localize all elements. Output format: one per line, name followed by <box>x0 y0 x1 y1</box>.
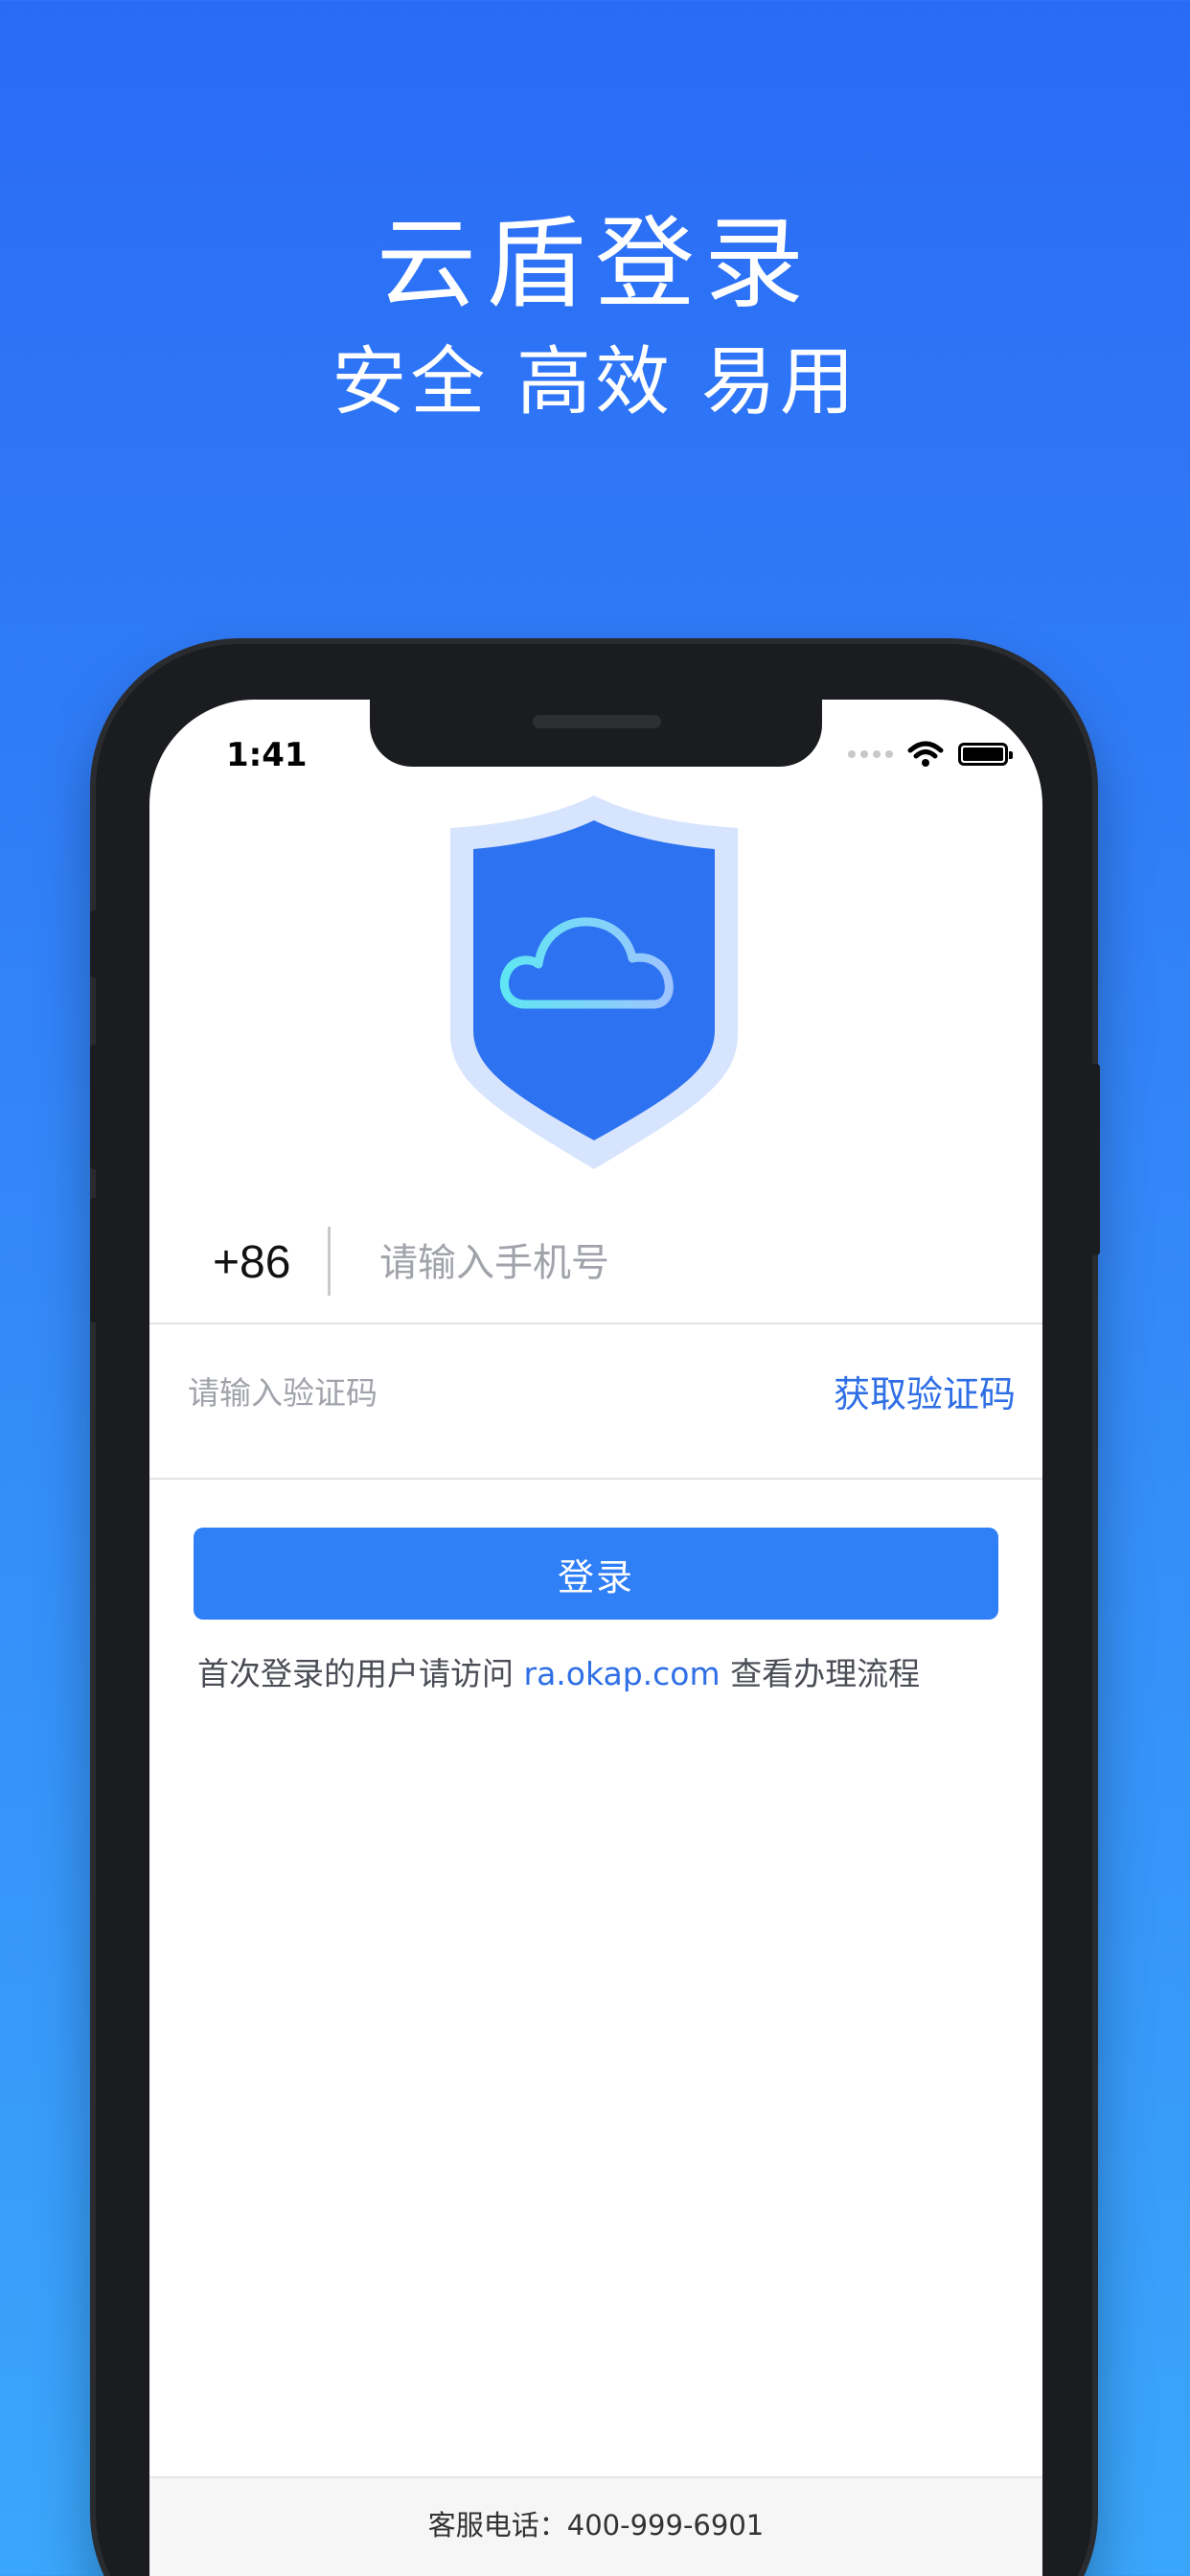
hero-title: 云盾登录 <box>376 205 813 322</box>
divider <box>328 1227 331 1296</box>
hero-subtitle: 安全 高效 易用 <box>332 339 858 426</box>
phone-power-button <box>1090 1064 1100 1255</box>
phone-notch <box>370 700 822 767</box>
speaker-grille <box>533 715 661 728</box>
app-screen: 1:41 +86 获取验证码 登录 <box>149 700 1042 2576</box>
phone-mute-switch <box>90 910 100 978</box>
verification-code-input[interactable] <box>188 1357 724 1428</box>
divider <box>149 1322 1042 1324</box>
signal-dots-icon <box>848 750 893 758</box>
support-phone[interactable]: 客服电话：400-999-6901 <box>149 2503 1042 2543</box>
get-code-button[interactable]: 获取验证码 <box>834 1365 1016 1417</box>
phone-number-input[interactable] <box>379 1225 993 1301</box>
login-button[interactable]: 登录 <box>194 1528 998 1620</box>
status-indicators <box>848 740 1013 769</box>
hint-suffix: 查看办理流程 <box>720 1655 921 1692</box>
shield-cloud-icon <box>450 795 738 1169</box>
footer: 客服电话：400-999-6901 <box>149 2476 1042 2576</box>
country-code-selector[interactable]: +86 <box>213 1236 290 1289</box>
status-time: 1:41 <box>226 736 308 774</box>
wifi-icon <box>907 741 944 767</box>
phone-number-row: +86 <box>149 1198 1042 1332</box>
phone-volume-up <box>90 1045 100 1169</box>
hint-prefix: 首次登录的用户请访问 <box>197 1655 524 1692</box>
battery-icon <box>958 743 1013 766</box>
divider <box>149 1478 1042 1480</box>
hero-header: 云盾登录 安全 高效 易用 <box>0 206 1190 430</box>
first-login-hint: 首次登录的用户请访问 ra.okap.com 查看办理流程 <box>197 1648 920 1694</box>
registration-link[interactable]: ra.okap.com <box>524 1655 721 1692</box>
phone-volume-down <box>90 1198 100 1322</box>
